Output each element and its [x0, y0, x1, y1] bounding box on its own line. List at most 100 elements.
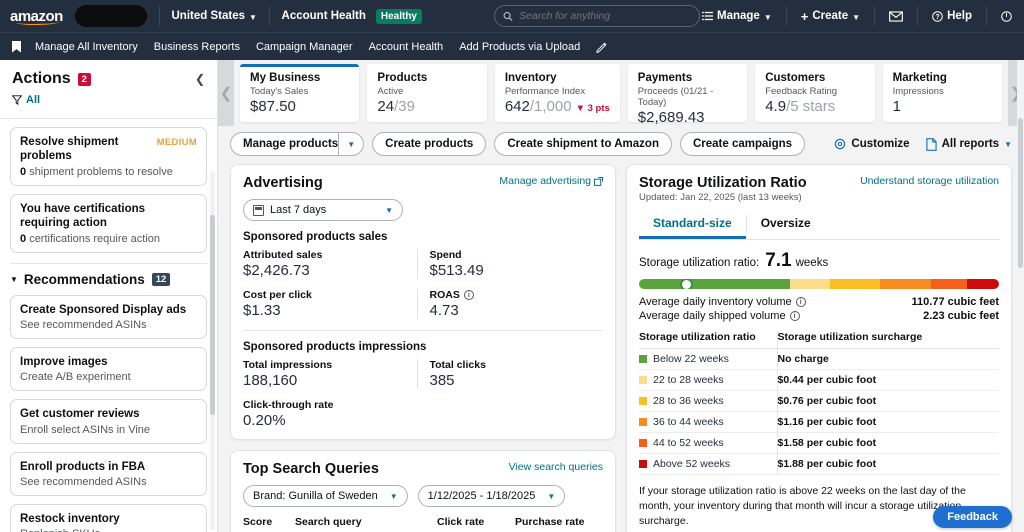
- manage-menu[interactable]: Manage ▼: [702, 10, 772, 22]
- main-scrollbar-thumb[interactable]: [1018, 118, 1023, 268]
- understand-storage-link[interactable]: Understand storage utilization: [860, 175, 999, 187]
- all-reports-button[interactable]: All reports ▼: [925, 137, 1012, 151]
- left-column: Advertising Manage advertising Last 7 da…: [230, 164, 616, 532]
- table-row: 28 to 36 weeks $0.76 per cubic foot: [639, 390, 999, 412]
- storage-updated-text: Updated: Jan 22, 2025 (last 13 weeks): [639, 192, 802, 203]
- gauge-segment-1: [790, 279, 830, 289]
- create-campaigns-button[interactable]: Create campaigns: [679, 132, 806, 156]
- list-icon: [702, 11, 713, 21]
- divider: [243, 330, 603, 331]
- sidebar-scroll-area[interactable]: Resolve shipment problems MEDIUM 0 shipm…: [0, 119, 217, 532]
- recommendation-subtext: Replenish SKUs: [20, 528, 197, 532]
- metric-label: Cost per click: [243, 289, 312, 301]
- customize-button[interactable]: Customize: [834, 138, 910, 150]
- metric-value: 4.73: [429, 302, 459, 319]
- sponsored-sales-section-label: Sponsored products sales: [243, 231, 388, 243]
- info-icon[interactable]: i: [795, 297, 806, 307]
- help-button[interactable]: ? Help: [932, 10, 972, 22]
- kpi-card-payments[interactable]: Payments Proceeds (01/21 - Today) $2,689…: [627, 64, 748, 126]
- action-count: 0: [20, 165, 27, 178]
- subnav-item-4[interactable]: Add Products via Upload: [459, 41, 580, 53]
- avg-inventory-value: 110.77 cubic feet: [911, 296, 999, 308]
- edit-pencil-icon[interactable]: [596, 41, 608, 53]
- sidebar-filter-row[interactable]: All: [12, 94, 205, 106]
- manage-advertising-link[interactable]: Manage advertising: [499, 175, 603, 187]
- sidebar-scrollbar-thumb[interactable]: [210, 215, 215, 415]
- bookmark-icon[interactable]: [12, 40, 21, 53]
- divider: [10, 262, 207, 264]
- subnav-item-2[interactable]: Campaign Manager: [256, 41, 353, 53]
- gauge-segment-3: [880, 279, 931, 289]
- kpi-card-my-business[interactable]: My Business Today's Sales $87.50: [240, 64, 360, 122]
- feedback-button[interactable]: Feedback: [933, 506, 1012, 528]
- metric-roas: ROAS i 4.73: [416, 289, 604, 319]
- svg-text:?: ?: [935, 14, 939, 21]
- notifications-button[interactable]: [1001, 10, 1012, 22]
- search-input[interactable]: [519, 10, 691, 22]
- surcharge-range-cell: Above 52 weeks: [639, 453, 778, 475]
- divider: [268, 6, 270, 26]
- kpi-card-inventory[interactable]: Inventory Performance Index 642/1,000 ▼ 3…: [494, 64, 620, 122]
- info-icon[interactable]: i: [789, 311, 800, 321]
- actions-sidebar: Actions 2 ❮ All Resolve shipment problem…: [0, 60, 218, 532]
- surcharge-range-label: 22 to 28 weeks: [653, 374, 724, 386]
- manage-products-button[interactable]: Manage products ▼: [230, 132, 365, 156]
- view-search-queries-link[interactable]: View search queries: [509, 461, 603, 473]
- account-health-nav[interactable]: Account Health Healthy: [281, 8, 422, 24]
- action-card[interactable]: Resolve shipment problems MEDIUM 0 shipm…: [10, 127, 207, 186]
- kpi-card-products[interactable]: Products Active 24/39: [367, 64, 487, 122]
- recommendation-card[interactable]: Improve images Create A/B experiment: [10, 346, 207, 392]
- metric-label: Total impressions: [243, 359, 333, 371]
- quick-actions-toolbar: Manage products ▼ Create products Create…: [218, 126, 1024, 164]
- avg-shipped-label: Average daily shipped volume: [639, 310, 786, 322]
- recommendations-header[interactable]: ▼ Recommendations 12: [10, 272, 207, 287]
- table-row: Above 52 weeks $1.88 per cubic foot: [639, 453, 999, 475]
- recommendation-card[interactable]: Create Sponsored Display ads See recomme…: [10, 294, 207, 339]
- kpi-card-marketing[interactable]: Marketing Impressions 1: [882, 64, 1003, 122]
- search-box[interactable]: [494, 5, 700, 27]
- tsq-date-filter-dropdown[interactable]: 1/12/2025 - 1/18/2025 ▼: [417, 485, 566, 507]
- kpi-value-row: 1: [893, 98, 992, 115]
- kpi-card-customers[interactable]: Customers Feedback Rating 4.9/5 stars: [755, 64, 875, 122]
- recommendation-card[interactable]: Enroll products in FBA See recommended A…: [10, 451, 207, 496]
- color-swatch-1: [639, 376, 647, 384]
- info-icon[interactable]: i: [463, 290, 474, 300]
- color-swatch-3: [639, 418, 647, 426]
- subnav-item-0[interactable]: Manage All Inventory: [35, 41, 138, 53]
- messages-button[interactable]: [889, 10, 903, 22]
- kpi-delta: ▼ 3 pts: [575, 103, 610, 114]
- metric-value: 0.20%: [243, 412, 286, 429]
- filter-all-link[interactable]: All: [26, 94, 40, 106]
- chevron-down-icon: ▼: [763, 12, 772, 22]
- create-shipment-button[interactable]: Create shipment to Amazon: [494, 132, 672, 156]
- recommendation-card[interactable]: Restock inventory Replenish SKUs: [10, 504, 207, 532]
- gauge-segment-4: [930, 279, 967, 289]
- sidebar-header: Actions 2 ❮ All: [0, 60, 217, 112]
- gear-icon: [835, 138, 846, 150]
- gauge-knob: [679, 279, 693, 289]
- action-card[interactable]: You have certifications requiring action…: [10, 193, 207, 253]
- carousel-prev-button[interactable]: ❮: [218, 60, 234, 126]
- amazon-logo[interactable]: amazon: [10, 8, 67, 25]
- tsq-brand-filter-dropdown[interactable]: Brand: Gunilla of Sweden ▼: [243, 485, 408, 507]
- metric-cost-per-click: Cost per click $1.33: [243, 289, 417, 319]
- table-row: 36 to 44 weeks $1.16 per cubic foot: [639, 411, 999, 433]
- chevron-down-icon[interactable]: ▼: [338, 133, 363, 155]
- recommendation-card[interactable]: Get customer reviews Enroll select ASINs…: [10, 399, 207, 444]
- sidebar-title-row: Actions 2 ❮: [12, 70, 205, 88]
- tab-oversize[interactable]: Oversize: [747, 212, 825, 239]
- account-health-label: Account Health: [281, 10, 366, 22]
- tsq-header: Top Search Queries View search queries: [243, 461, 603, 477]
- subnav-item-1[interactable]: Business Reports: [154, 41, 240, 53]
- create-menu[interactable]: + Create ▼: [801, 9, 860, 24]
- create-products-button[interactable]: Create products: [372, 132, 487, 156]
- advertising-header: Advertising Manage advertising: [243, 175, 603, 191]
- collapse-sidebar-button[interactable]: ❮: [195, 72, 205, 86]
- actions-count-badge: 2: [77, 72, 91, 86]
- advertising-date-range-dropdown[interactable]: Last 7 days ▼: [243, 199, 403, 221]
- subnav-item-3[interactable]: Account Health: [369, 41, 444, 53]
- tab-standard-size[interactable]: Standard-size: [639, 212, 746, 239]
- manage-label: Manage: [717, 10, 760, 22]
- marketplace-selector[interactable]: United States ▼: [172, 10, 257, 22]
- top-navigation-bar: amazon United States ▼ Account Health He…: [0, 0, 1024, 32]
